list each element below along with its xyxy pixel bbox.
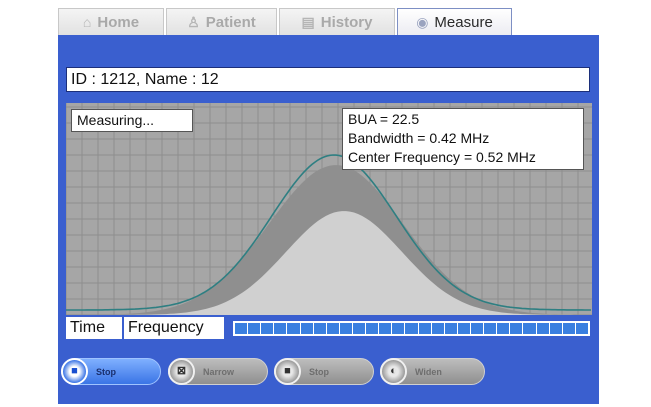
stop-button-secondary[interactable]: ■ Stop: [274, 358, 374, 385]
progress-segment: [536, 323, 549, 334]
progress-segment: [300, 323, 313, 334]
progress-segment: [497, 323, 510, 334]
home-icon: ⌂: [82, 14, 92, 30]
tab-label: Home: [97, 13, 140, 31]
progress-segment: [405, 323, 418, 334]
tab-patient[interactable]: ♙ Patient: [166, 8, 277, 35]
button-label: Narrow: [203, 366, 235, 377]
tab-measure[interactable]: ◉ Measure: [397, 8, 512, 35]
results-box: BUA = 22.5 Bandwidth = 0.42 MHz Center F…: [342, 108, 584, 170]
widen-button[interactable]: ◐ Widen: [380, 358, 485, 385]
progress-segment: [392, 323, 405, 334]
tab-bar: ⌂ Home ♙ Patient ▤ History ◉ Measure: [58, 6, 599, 37]
stop-icon: ■: [274, 358, 301, 385]
progress-segment: [575, 323, 588, 334]
progress-segment: [287, 323, 300, 334]
progress-segment: [549, 323, 562, 334]
progress-segment: [313, 323, 326, 334]
button-label: Stop: [96, 366, 116, 377]
bua-value: BUA = 22.5: [348, 111, 420, 127]
patient-info: ID : 1212, Name : 12: [66, 67, 590, 92]
widen-icon: ◐: [380, 358, 407, 385]
bandwidth-value: Bandwidth = 0.42 MHz: [348, 130, 490, 146]
center-frequency-value: Center Frequency = 0.52 MHz: [348, 149, 536, 165]
tab-history[interactable]: ▤ History: [279, 8, 395, 35]
progress-segment: [352, 323, 366, 334]
progress-segment: [261, 323, 274, 334]
progress-segment: [562, 323, 575, 334]
progress-segment: [444, 323, 457, 334]
narrow-button[interactable]: ⊠ Narrow: [168, 358, 268, 385]
progress-segment: [339, 323, 352, 334]
stop-button[interactable]: ■ Stop: [61, 358, 161, 385]
progress-segment: [326, 323, 339, 334]
progress-segment: [274, 323, 287, 334]
progress-segment: [510, 323, 523, 334]
progress-segment: [379, 323, 392, 334]
progress-segment: [235, 323, 248, 334]
progress-segment: [484, 323, 497, 334]
progress-segment: [366, 323, 379, 334]
stop-icon: ■: [61, 358, 88, 385]
time-mode-button[interactable]: Time: [66, 317, 122, 339]
signal-plot: Measuring... BUA = 22.5 Bandwidth = 0.42…: [66, 103, 592, 315]
tab-label: Measure: [434, 13, 493, 31]
progress-segment: [431, 323, 444, 334]
mode-bar: Time Frequency: [66, 317, 592, 339]
button-label: Widen: [415, 366, 442, 377]
app-window: ⌂ Home ♙ Patient ▤ History ◉ Measure ID …: [58, 6, 599, 404]
progress-segment: [418, 323, 431, 334]
tab-home[interactable]: ⌂ Home: [58, 8, 164, 35]
progress-segment: [523, 323, 536, 334]
status-label: Measuring...: [71, 109, 193, 132]
frequency-mode-button[interactable]: Frequency: [124, 317, 224, 339]
tab-label: Patient: [205, 13, 256, 31]
measure-icon: ◉: [416, 13, 429, 30]
button-label: Stop: [309, 366, 329, 377]
progress-segment: [457, 323, 470, 334]
narrow-icon: ⊠: [168, 358, 195, 385]
progress-segment: [248, 323, 261, 334]
history-icon: ▤: [301, 13, 315, 30]
measure-panel: ID : 1212, Name : 12 Measuring... BUA = …: [58, 39, 599, 404]
patient-icon: ♙: [187, 13, 200, 30]
progress-bar: [233, 321, 590, 336]
progress-segment: [470, 323, 484, 334]
tab-label: History: [320, 13, 373, 31]
